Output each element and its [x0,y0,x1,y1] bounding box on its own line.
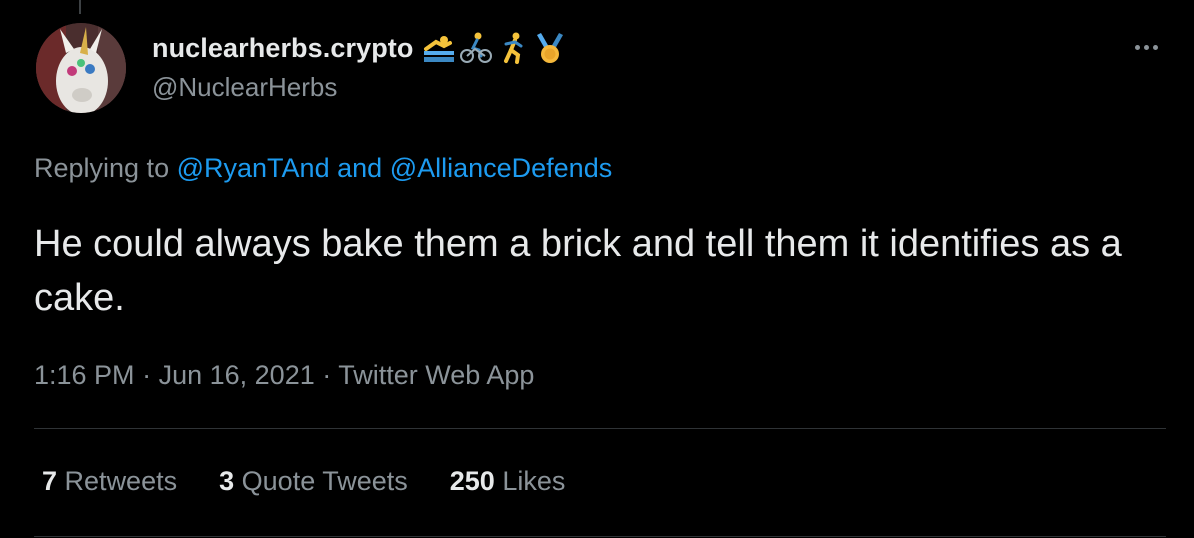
more-dot-icon [1143,44,1149,50]
likes-label: Likes [502,466,566,496]
retweets-label: Retweets [64,466,178,496]
thread-connector-line [79,0,81,14]
divider [34,536,1166,537]
user-handle[interactable]: @NuclearHerbs [152,72,567,103]
tweet-date-link[interactable]: Jun 16, 2021 [159,360,315,390]
medal-icon [536,33,563,63]
replying-to-line: Replying to @RyanTAnd and @AllianceDefen… [34,153,612,184]
likes-count: 250 [449,466,495,496]
tweet-metadata: 1:16 PM · Jun 16, 2021 · Twitter Web App [34,360,534,391]
retweets-stat-link[interactable]: 7 Retweets [42,466,177,497]
reply-conjunction: and [337,153,383,183]
name-row: nuclearherbs.crypto [152,30,567,66]
name-emojis [422,31,567,65]
replying-prefix: Replying to [34,153,170,183]
more-dot-icon [1152,44,1158,50]
tweet-time-link[interactable]: 1:16 PM [34,360,135,390]
retweets-count: 7 [42,466,58,496]
display-name[interactable]: nuclearherbs.crypto [152,33,414,64]
reply-mention-link[interactable]: @AllianceDefends [390,153,613,183]
tweet-stats: 7 Retweets 3 Quote Tweets 250 Likes [42,466,607,497]
quote-tweets-count: 3 [219,466,235,496]
tweet-text: He could always bake them a brick and te… [34,223,1122,319]
avatar[interactable] [36,23,126,113]
runner-icon [503,32,522,64]
more-dot-icon [1134,44,1140,50]
tweet-source-link[interactable]: Twitter Web App [338,360,534,390]
unicorn-mask-avatar-icon [36,23,126,113]
tweet-header: nuclearherbs.crypto @NuclearHerbs [152,30,567,103]
reply-mention-link[interactable]: @RyanTAnd [177,153,330,183]
quote-tweets-label: Quote Tweets [241,466,408,496]
likes-stat-link[interactable]: 250 Likes [450,466,566,497]
swimmer-icon [423,36,454,62]
cyclist-icon [459,32,492,63]
divider [34,428,1166,429]
meta-separator: · [142,360,152,390]
more-options-button[interactable] [1126,32,1166,62]
meta-separator: · [322,360,332,390]
quote-tweets-stat-link[interactable]: 3 Quote Tweets [219,466,408,497]
